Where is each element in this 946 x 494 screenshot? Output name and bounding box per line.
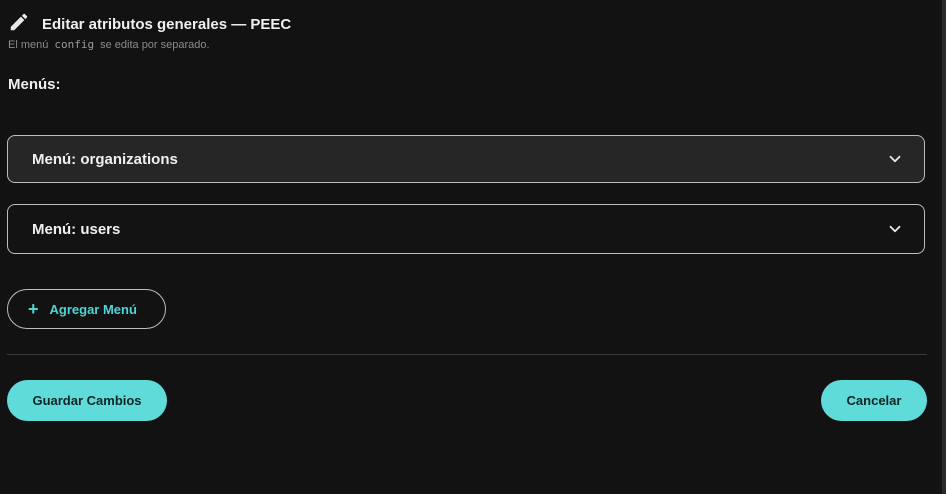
- add-menu-button[interactable]: + Agregar Menú: [7, 289, 166, 329]
- divider: [7, 354, 927, 355]
- pencil-icon: [8, 11, 30, 38]
- menus-section-label: Menús:: [8, 76, 61, 93]
- chevron-down-icon: [889, 225, 901, 233]
- cancel-button[interactable]: Cancelar: [821, 380, 927, 421]
- accordion-menu-users[interactable]: Menú: users: [7, 204, 925, 254]
- subtitle-text-after: se edita por separado.: [100, 39, 210, 51]
- plus-icon: +: [28, 299, 39, 319]
- page-title: Editar atributos generales — PEEC: [42, 16, 292, 33]
- save-button[interactable]: Guardar Cambios: [7, 380, 167, 421]
- subtitle-text-before: El menú: [8, 39, 49, 51]
- add-menu-label: Agregar Menú: [49, 301, 137, 317]
- subtitle-code: config: [54, 38, 95, 51]
- accordion-label: Menú: organizations: [32, 150, 178, 168]
- chevron-down-icon: [889, 155, 901, 163]
- accordion-label: Menú: users: [32, 220, 121, 238]
- subtitle-note: El menú config se edita por separado.: [8, 38, 210, 51]
- dialog-header: Editar atributos generales — PEEC: [8, 11, 291, 38]
- accordion-menu-organizations[interactable]: Menú: organizations: [7, 135, 925, 183]
- scrollbar[interactable]: [942, 0, 946, 494]
